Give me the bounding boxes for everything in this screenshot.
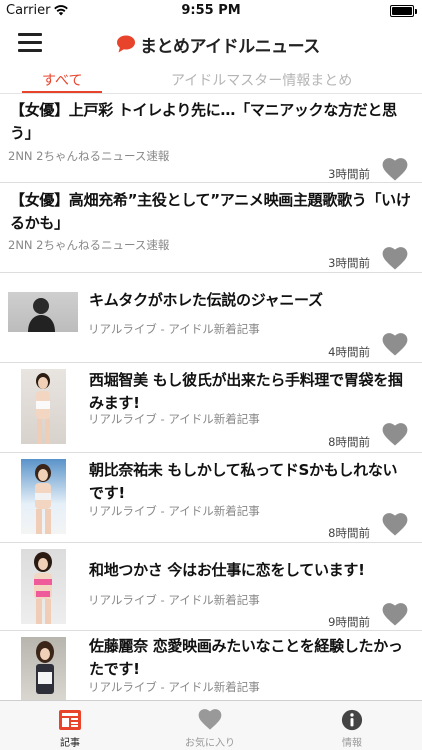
article-source: リアルライブ - アイドル新着記事	[88, 593, 260, 607]
list-item[interactable]: キムタクがホレた伝説のジャニーズ リアルライブ - アイドル新着記事 4時間前	[0, 273, 422, 363]
tabbar-favorites[interactable]: お気に入り	[140, 701, 280, 750]
list-item[interactable]: 朝比奈祐未 もしかして私ってドSかもしれないです! リアルライブ - アイドル新…	[0, 453, 422, 543]
idol-photo-image	[34, 552, 52, 624]
tab-all[interactable]: すべて	[42, 70, 82, 90]
article-thumbnail	[21, 369, 66, 444]
list-item[interactable]: 【女優】高畑充希”主役として”アニメ映画主題歌歌う「いけるかも」 2NN 2ちゃ…	[0, 183, 422, 273]
article-title: 和地つかさ 今はお仕事に恋をしています!	[89, 561, 365, 579]
status-bar: Carrier 9:55 PM	[0, 0, 422, 22]
list-item[interactable]: 【女優】上戸彩 トイレより先に…「マニアックな方だと思う」 2NN 2ちゃんねる…	[0, 95, 422, 183]
article-time: 3時間前	[328, 256, 370, 270]
article-source: 2NN 2ちゃんねるニュース速報	[8, 149, 170, 163]
tabbar-label: 情報	[342, 738, 362, 749]
article-title: キムタクがホレた伝説のジャニーズ	[89, 291, 323, 309]
article-thumbnail	[21, 637, 66, 700]
hamburger-icon-line	[18, 49, 42, 52]
article-time: 8時間前	[328, 526, 370, 540]
heart-icon[interactable]	[382, 158, 408, 182]
article-time: 3時間前	[328, 167, 370, 181]
category-tabs: すべて アイドルマスター情報まとめ	[0, 66, 422, 94]
menu-button[interactable]	[18, 33, 42, 53]
article-title: 朝比奈祐未 もしかして私ってドSかもしれないです!	[89, 461, 398, 502]
list-item[interactable]: 西堀智美 もし彼氏が出来たら手料理で胃袋を掴みます! リアルライブ - アイドル…	[0, 363, 422, 453]
battery-icon	[390, 5, 414, 17]
heart-icon[interactable]	[382, 423, 408, 447]
article-source: リアルライブ - アイドル新着記事	[88, 412, 260, 426]
hamburger-icon-line	[18, 33, 42, 36]
heart-icon[interactable]	[382, 603, 408, 627]
article-icon	[59, 710, 81, 730]
list-item[interactable]: 佐藤麗奈 恋愛映画みたいなことを経験したかったです! リアルライブ - アイドル…	[0, 631, 422, 700]
article-title: 西堀智美 もし彼氏が出来たら手料理で胃袋を掴みます!	[89, 371, 403, 412]
idol-photo-image	[35, 464, 51, 534]
battery-tip	[415, 9, 417, 14]
article-source: リアルライブ - アイドル新着記事	[88, 322, 260, 336]
heart-icon[interactable]	[382, 247, 408, 271]
article-thumbnail	[8, 292, 78, 332]
article-time: 4時間前	[328, 345, 370, 359]
speech-bubble-icon	[117, 35, 135, 53]
tabbar-label: 記事	[60, 738, 80, 749]
tabbar-articles[interactable]: 記事	[0, 701, 140, 750]
tab-idolmaster[interactable]: アイドルマスター情報まとめ	[171, 70, 352, 90]
article-time: 9時間前	[328, 615, 370, 629]
article-source: 2NN 2ちゃんねるニュース速報	[8, 238, 170, 252]
heart-icon	[198, 709, 222, 730]
article-title: 【女優】上戸彩 トイレより先に…「マニアックな方だと思う」	[10, 101, 397, 142]
person-silhouette-image	[28, 298, 55, 332]
bottom-tab-bar: 記事 お気に入り 情報	[0, 700, 422, 750]
hamburger-icon-line	[18, 41, 42, 44]
article-list[interactable]: 【女優】上戸彩 トイレより先に…「マニアックな方だと思う」 2NN 2ちゃんねる…	[0, 95, 422, 700]
active-tab-indicator	[22, 91, 102, 93]
app-title: まとめアイドルニュース	[140, 36, 320, 57]
list-item[interactable]: 和地つかさ 今はお仕事に恋をしています! リアルライブ - アイドル新着記事 9…	[0, 543, 422, 631]
nav-bar: まとめアイドルニュース	[0, 22, 422, 66]
idol-photo-image	[36, 641, 54, 694]
article-title: 佐藤麗奈 恋愛映画みたいなことを経験したかったです!	[89, 637, 403, 678]
tabbar-label: お気に入り	[185, 738, 235, 749]
article-time: 8時間前	[328, 435, 370, 449]
app-logo: まとめアイドルニュース	[116, 32, 320, 57]
status-time: 9:55 PM	[181, 3, 241, 18]
article-source: リアルライブ - アイドル新着記事	[88, 504, 260, 518]
article-title: 【女優】高畑充希”主役として”アニメ映画主題歌歌う「いけるかも」	[10, 191, 411, 232]
article-thumbnail	[21, 459, 66, 534]
article-thumbnail	[21, 549, 66, 624]
info-icon	[341, 709, 363, 731]
article-source: リアルライブ - アイドル新着記事	[88, 680, 260, 694]
heart-icon[interactable]	[382, 333, 408, 357]
battery-level	[392, 7, 412, 15]
heart-icon[interactable]	[382, 513, 408, 537]
tabbar-info[interactable]: 情報	[282, 701, 422, 750]
idol-photo-image	[36, 373, 50, 444]
